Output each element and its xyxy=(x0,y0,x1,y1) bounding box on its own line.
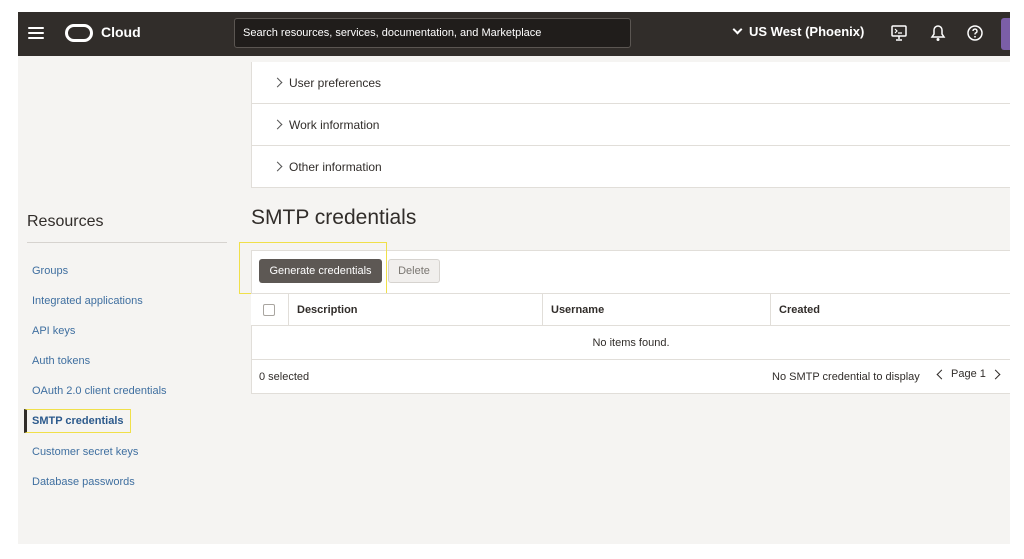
selected-count: 0 selected xyxy=(259,371,310,383)
delete-button[interactable]: Delete xyxy=(388,259,440,283)
previous-page-icon[interactable] xyxy=(936,369,947,379)
sidebar-item-oauth-client-credentials[interactable]: OAuth 2.0 client credentials xyxy=(32,385,167,397)
region-selector[interactable]: US West (Phoenix) xyxy=(732,24,865,39)
pagination: Page 1 xyxy=(936,368,1001,380)
accordion-label: User preferences xyxy=(289,75,382,90)
sidebar-item-api-keys[interactable]: API keys xyxy=(32,325,75,337)
chevron-right-icon xyxy=(272,119,283,130)
column-header-created[interactable]: Created xyxy=(770,294,1010,326)
resources-heading: Resources xyxy=(27,213,104,230)
sidebar-item-groups[interactable]: Groups xyxy=(32,265,68,277)
table-header: Description Username Created xyxy=(251,293,1010,326)
bell-icon[interactable] xyxy=(929,24,947,42)
avatar[interactable] xyxy=(1001,18,1010,50)
console-window: Cloud Search resources, services, docume… xyxy=(18,12,1010,544)
cloud-shell-icon[interactable] xyxy=(890,24,908,42)
next-page-icon[interactable] xyxy=(990,369,1001,379)
column-header-username[interactable]: Username xyxy=(542,294,770,326)
accordion-user-preferences[interactable]: User preferences xyxy=(252,62,1010,104)
sidebar-item-database-passwords[interactable]: Database passwords xyxy=(32,476,135,488)
page-title: SMTP credentials xyxy=(251,206,417,229)
brand-label[interactable]: Cloud xyxy=(101,24,141,40)
divider xyxy=(27,242,227,243)
chevron-right-icon xyxy=(272,161,283,172)
select-all-checkbox[interactable] xyxy=(263,304,275,316)
accordion-other-information[interactable]: Other information xyxy=(252,146,1010,188)
display-status: No SMTP credential to display xyxy=(772,371,920,383)
sidebar-item-auth-tokens[interactable]: Auth tokens xyxy=(32,355,90,367)
accordion-label: Other information xyxy=(289,159,382,174)
sidebar-item-customer-secret-keys[interactable]: Customer secret keys xyxy=(32,446,138,458)
details-accordion: User preferences Work information Other … xyxy=(251,62,1010,188)
accordion-label: Work information xyxy=(289,117,380,132)
help-icon[interactable] xyxy=(966,24,984,42)
sidebar-item-integrated-applications[interactable]: Integrated applications xyxy=(32,295,143,307)
generate-credentials-button[interactable]: Generate credentials xyxy=(259,259,382,283)
hamburger-icon[interactable] xyxy=(28,24,44,42)
page-label: Page 1 xyxy=(951,368,986,380)
column-header-description[interactable]: Description xyxy=(288,294,542,326)
accordion-work-information[interactable]: Work information xyxy=(252,104,1010,146)
oracle-logo-icon[interactable] xyxy=(65,24,93,42)
region-label: US West (Phoenix) xyxy=(749,24,865,39)
chevron-down-icon xyxy=(732,24,743,35)
top-navigation-bar: Cloud Search resources, services, docume… xyxy=(18,12,1010,56)
search-input[interactable]: Search resources, services, documentatio… xyxy=(234,18,631,48)
sidebar-item-smtp-credentials[interactable]: SMTP credentials xyxy=(32,415,124,427)
chevron-right-icon xyxy=(272,77,283,88)
empty-table-message: No items found. xyxy=(251,326,1010,360)
